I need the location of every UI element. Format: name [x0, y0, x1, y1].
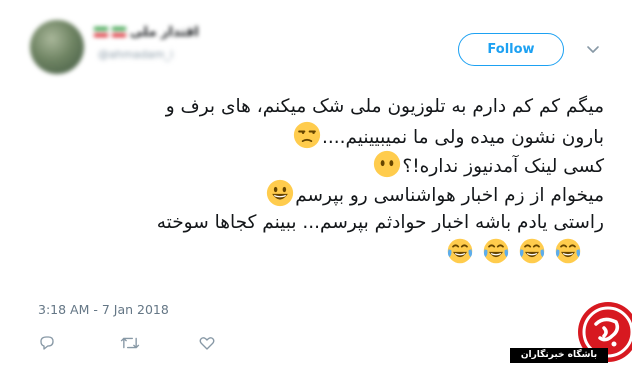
user-handle[interactable]: @ahmadam_i — [98, 48, 196, 62]
face-without-mouth-emoji — [374, 150, 401, 178]
tweet-line-2: بارون نشون میده ولی ما نمیبیینیم.... — [40, 121, 604, 150]
tweet-line-3: کسی لینک آمدنیوز نداره!؟ — [40, 150, 604, 179]
chevron-down-icon[interactable] — [584, 40, 602, 58]
unamused-face-emoji — [293, 121, 321, 149]
reply-icon[interactable] — [38, 334, 58, 354]
tears-of-joy-emoji — [447, 238, 473, 264]
tears-of-joy-emoji — [483, 238, 509, 264]
user-name-block[interactable]: اقتدار ملی @ahmadam_i — [94, 22, 224, 68]
display-name[interactable]: اقتدار ملی — [94, 24, 220, 40]
iran-flag-icon — [94, 27, 108, 37]
iran-flag-icon — [112, 27, 126, 37]
like-icon[interactable] — [198, 334, 218, 354]
follow-button[interactable]: Follow — [458, 33, 564, 66]
tears-of-joy-emoji — [519, 238, 545, 264]
grinning-face-emoji — [267, 179, 294, 207]
tweet-timestamp[interactable]: 3:18 AM - 7 Jan 2018 — [38, 302, 169, 317]
tweet-line-1: میگم کم کم دارم به تلوزیون ملی شک میکنم،… — [165, 96, 604, 117]
tears-of-joy-emoji — [555, 238, 580, 264]
avatar[interactable] — [30, 20, 84, 74]
watermark-label: باشگاه خبرنگاران — [510, 348, 608, 363]
tweet-line-6 — [40, 237, 604, 266]
display-name-text: اقتدار ملی — [130, 24, 199, 40]
retweet-icon[interactable] — [120, 334, 140, 354]
tweet-line-4: میخوام از زم اخبار هواشناسی رو بپرسم — [40, 179, 604, 208]
watermark-logo: باشگاه خبرنگاران — [496, 298, 632, 371]
tweet-line-5: راستی یادم باشه اخبار حوادثم بپرسم... بب… — [156, 212, 604, 233]
tweet-text: میگم کم کم دارم به تلوزیون ملی شک میکنم،… — [40, 92, 604, 266]
